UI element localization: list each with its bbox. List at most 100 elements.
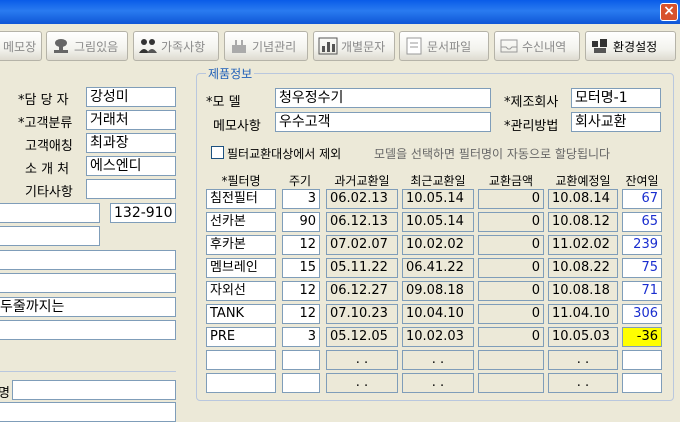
past-date-cell[interactable]: 05.12.05 <box>326 327 398 347</box>
filter-name-cell[interactable] <box>206 350 276 370</box>
cycle-cell[interactable]: 12 <box>282 235 320 255</box>
recent-date-cell[interactable]: 10.05.14 <box>402 189 474 209</box>
cycle-cell[interactable]: 12 <box>282 281 320 301</box>
nickname-label: 고객애칭 <box>25 139 73 154</box>
cycle-cell[interactable] <box>282 350 320 370</box>
planned-date-cell[interactable]: 11.02.02 <box>548 235 618 255</box>
filter-name-cell[interactable]: PRE <box>206 327 276 347</box>
nickname-field[interactable]: 최과장 <box>86 133 176 153</box>
family-button[interactable]: 가족사항 <box>133 31 219 61</box>
cycle-cell[interactable]: 3 <box>282 327 320 347</box>
extra-field-1[interactable] <box>0 250 176 270</box>
manager-field[interactable]: 강성미 <box>86 87 176 107</box>
family-icon <box>138 37 158 55</box>
document-button[interactable]: 문서파일 <box>399 31 489 61</box>
hint-text: 모델을 선택하면 필터명이 자동으로 할당됩니다 <box>374 147 611 161</box>
method-field[interactable]: 회사교환 <box>571 112 661 132</box>
filter-name-cell[interactable]: 자외선 <box>206 281 276 301</box>
amount-cell[interactable]: 0 <box>478 258 544 278</box>
cycle-cell[interactable]: 15 <box>282 258 320 278</box>
cycle-cell[interactable]: 12 <box>282 304 320 324</box>
planned-date-cell[interactable]: 10.05.03 <box>548 327 618 347</box>
past-date-cell[interactable]: 07.10.23 <box>326 304 398 324</box>
filter-name-cell[interactable]: TANK <box>206 304 276 324</box>
past-date-cell[interactable]: 07.02.07 <box>326 235 398 255</box>
cycle-cell[interactable]: 90 <box>282 212 320 232</box>
cycle-cell[interactable]: 3 <box>282 189 320 209</box>
image-button[interactable]: 그림있음 <box>46 31 128 61</box>
category-label: *고객분류 <box>18 116 73 131</box>
recent-date-cell[interactable]: 10.02.03 <box>402 327 474 347</box>
planned-date-cell[interactable]: 11.04.10 <box>548 304 618 324</box>
past-date-cell[interactable]: 05.11.22 <box>326 258 398 278</box>
cycle-cell[interactable] <box>282 373 320 393</box>
other-field[interactable] <box>86 179 176 199</box>
model-label: *모 델 <box>206 95 241 110</box>
bottom-field[interactable] <box>12 380 176 400</box>
planned-date-cell[interactable]: 10.08.18 <box>548 281 618 301</box>
past-date-cell[interactable]: . . <box>326 350 398 370</box>
amount-cell[interactable] <box>478 350 544 370</box>
memo-button[interactable]: 메모장 <box>0 31 42 61</box>
anniversary-button[interactable]: 기념관리 <box>224 31 308 61</box>
filter-name-cell[interactable]: 침전필터 <box>206 189 276 209</box>
header-remain: 잔여일 <box>625 174 659 188</box>
filter-name-cell[interactable]: 후카본 <box>206 235 276 255</box>
address-field-2[interactable] <box>0 226 100 246</box>
note-field[interactable]: 두줄까지는 <box>0 297 176 317</box>
header-planned-date: 교환예정일 <box>555 174 611 188</box>
filter-name-cell[interactable]: 선카본 <box>206 212 276 232</box>
filter-name-cell[interactable]: 멤브레인 <box>206 258 276 278</box>
past-date-cell[interactable]: 06.02.13 <box>326 189 398 209</box>
recent-date-cell[interactable]: 10.04.10 <box>402 304 474 324</box>
toolbar: 메모장 그림있음 가족사항 기념관리 개별문자 문서파일 수신내역 환경설정 <box>0 28 680 62</box>
planned-date-cell[interactable]: . . <box>548 350 618 370</box>
bottom-field-2[interactable] <box>0 402 176 422</box>
model-field[interactable]: 청우정수기 <box>275 88 491 108</box>
chart-icon <box>318 37 338 55</box>
exclude-checkbox[interactable] <box>211 146 224 159</box>
amount-cell[interactable]: 0 <box>478 235 544 255</box>
header-amount: 교환금액 <box>488 174 534 188</box>
referrer-label: 소 개 처 <box>25 162 70 177</box>
past-date-cell[interactable]: 06.12.27 <box>326 281 398 301</box>
referrer-field[interactable]: 에스엔디 <box>86 156 176 176</box>
past-date-cell[interactable]: 06.12.13 <box>326 212 398 232</box>
maker-field[interactable]: 모터명-1 <box>571 88 661 108</box>
amount-cell[interactable]: 0 <box>478 327 544 347</box>
sms-button[interactable]: 개별문자 <box>313 31 395 61</box>
amount-cell[interactable]: 0 <box>478 189 544 209</box>
remain-cell: 239 <box>622 235 662 255</box>
recent-date-cell[interactable]: 06.41.22 <box>402 258 474 278</box>
settings-button[interactable]: 환경설정 <box>585 31 676 61</box>
past-date-cell[interactable]: . . <box>326 373 398 393</box>
planned-date-cell[interactable]: 10.08.12 <box>548 212 618 232</box>
manager-label: *담 당 자 <box>18 93 69 108</box>
recent-date-cell[interactable]: . . <box>402 350 474 370</box>
address-field-1[interactable] <box>0 203 100 223</box>
image-button-label: 그림있음 <box>74 39 119 54</box>
recent-date-cell[interactable]: 10.05.14 <box>402 212 474 232</box>
recent-date-cell[interactable]: 09.08.18 <box>402 281 474 301</box>
planned-date-cell[interactable]: . . <box>548 373 618 393</box>
amount-cell[interactable]: 0 <box>478 212 544 232</box>
remain-cell: 71 <box>622 281 662 301</box>
recent-date-cell[interactable]: . . <box>402 373 474 393</box>
exclude-label: 필터교환대상에서 제외 <box>227 147 342 161</box>
memo-field[interactable]: 우수고객 <box>275 112 491 132</box>
postal-code-field[interactable]: 132-910 <box>110 203 176 223</box>
amount-cell[interactable]: 0 <box>478 281 544 301</box>
family-button-label: 가족사항 <box>161 39 206 54</box>
category-field[interactable]: 거래처 <box>86 110 176 130</box>
planned-date-cell[interactable]: 10.08.22 <box>548 258 618 278</box>
amount-cell[interactable] <box>478 373 544 393</box>
amount-cell[interactable]: 0 <box>478 304 544 324</box>
close-button[interactable]: × <box>660 3 678 21</box>
extra-field-2[interactable] <box>0 273 176 293</box>
other-label: 기타사항 <box>25 185 73 200</box>
recent-date-cell[interactable]: 10.02.02 <box>402 235 474 255</box>
filter-name-cell[interactable] <box>206 373 276 393</box>
received-button[interactable]: 수신내역 <box>494 31 580 61</box>
planned-date-cell[interactable]: 10.08.14 <box>548 189 618 209</box>
extra-field-3[interactable] <box>0 320 176 340</box>
